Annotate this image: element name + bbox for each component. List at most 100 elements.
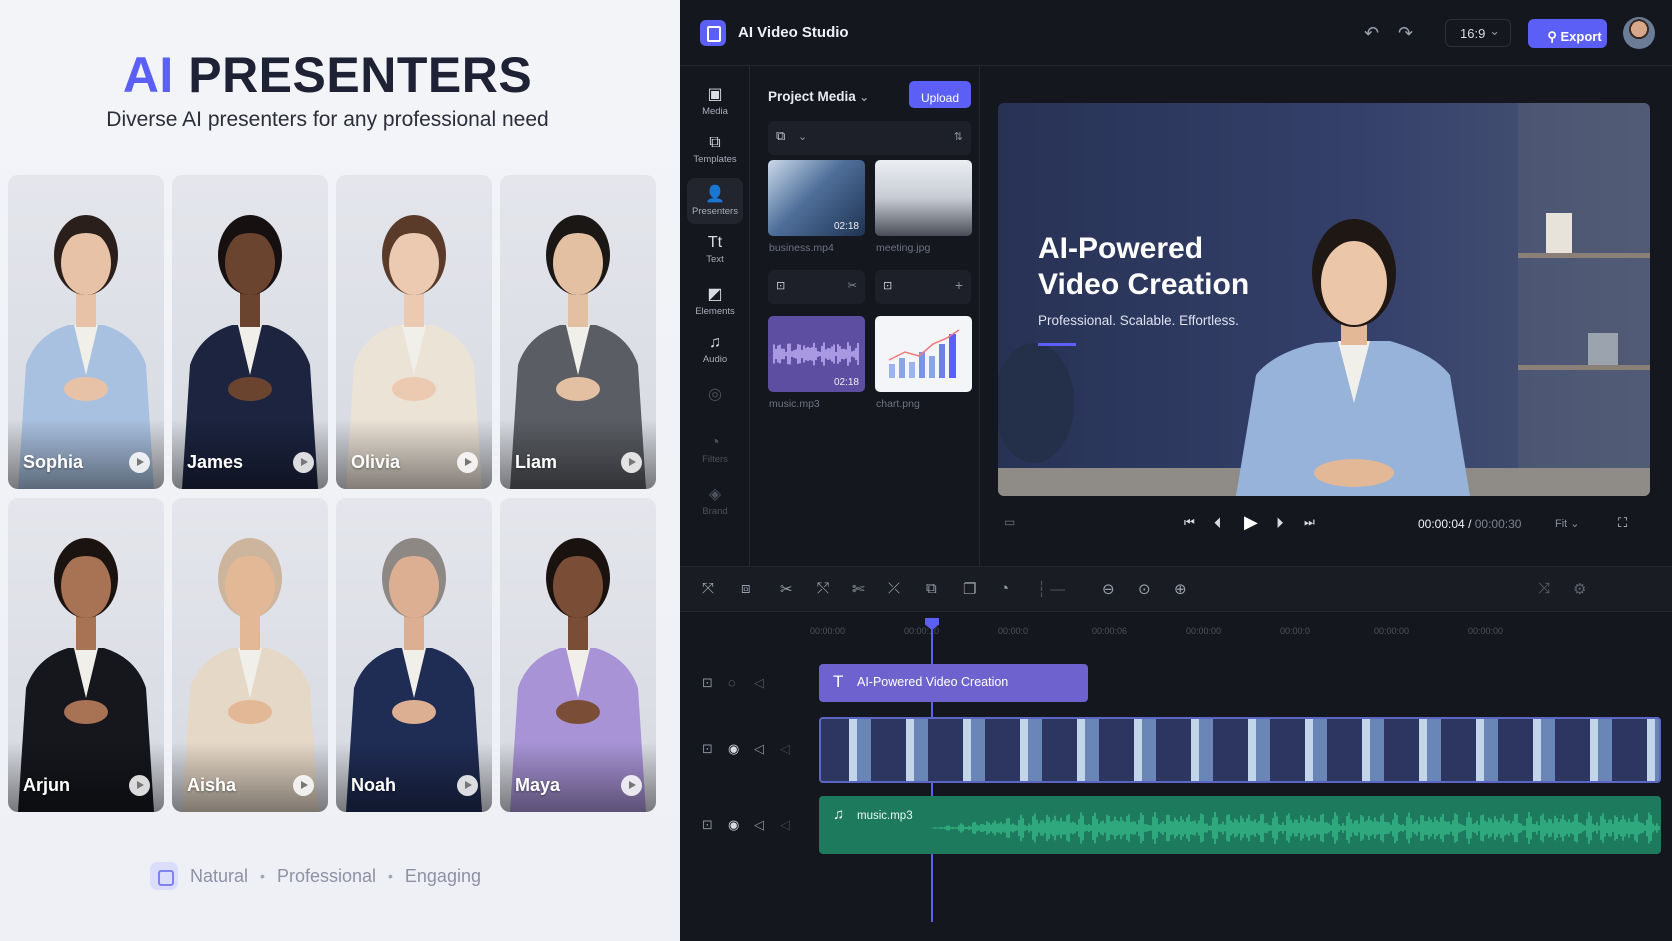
play-preview-icon[interactable]	[129, 452, 150, 473]
separator-icon: ┆ —	[1037, 581, 1066, 598]
play-preview-icon[interactable]	[293, 775, 314, 796]
ruler-tick: 00:00:06	[1092, 626, 1128, 636]
duplicate-tool-icon[interactable]: ⧉	[926, 580, 937, 597]
media-thumb-meeting[interactable]	[875, 160, 972, 236]
scissor-icon: ✂	[847, 280, 857, 292]
rail-item-elements[interactable]: ◩ Elements	[687, 278, 743, 324]
crop-tool-icon[interactable]: ⧈	[741, 580, 751, 597]
media-thumb-business[interactable]: 02:18	[768, 160, 865, 236]
play-preview-icon[interactable]	[621, 452, 642, 473]
media-thumb-music[interactable]: 02:18	[768, 316, 865, 392]
cut-tool-icon[interactable]: ✄	[852, 580, 865, 598]
timeline-toolbar: ⤧ ⧈ ✂ ⤲ ✄ ⤫ ⧉ ❐ ◔ ┆ — ⊖ ⊙ ⊕ ⤨ ⚙	[680, 566, 1672, 612]
export-button[interactable]: ⚲ Export	[1528, 19, 1607, 48]
export-button-label: Export	[1560, 29, 1602, 44]
media-caption: meeting.jpg	[876, 242, 931, 254]
presenter-card[interactable]: Sophia	[8, 175, 164, 489]
eye-icon[interactable]: ◉	[728, 741, 739, 757]
undo-icon[interactable]: ↶	[1364, 23, 1379, 44]
zoom-in-icon[interactable]: ⊕	[1174, 580, 1187, 598]
timecode: 00:00:04 / 00:00:30	[1418, 517, 1521, 531]
volume-icon[interactable]: ◁	[780, 741, 790, 757]
lock-icon: ⊡	[776, 280, 786, 292]
presenter-card[interactable]: Liam	[500, 175, 656, 489]
presenter-name: Olivia	[351, 452, 401, 472]
play-preview-icon[interactable]	[457, 775, 478, 796]
split-tool-icon[interactable]: ✂	[780, 580, 793, 598]
lock-icon[interactable]: ⊡	[702, 817, 713, 833]
audio-clip[interactable]: ♫ music.mp3	[819, 796, 1661, 854]
rail-item-media[interactable]: ▣ Media	[687, 78, 743, 124]
zoom-fit-select[interactable]: Fit ⌄	[1555, 517, 1580, 530]
ripple-tool-icon[interactable]: ⤫	[888, 580, 900, 597]
media-caption: music.mp3	[769, 398, 820, 410]
text-clip[interactable]: AI-Powered Video Creation	[819, 664, 1088, 702]
caption-icon[interactable]: ▭	[1004, 515, 1015, 529]
media-filter-row-2[interactable]: ⊡ ✂	[768, 270, 865, 304]
app-title: AI Video Studio	[738, 24, 849, 41]
volume-icon[interactable]: ◁	[780, 817, 790, 833]
play-icon[interactable]: ▶	[1244, 512, 1258, 533]
rail-item-audio[interactable]: ♫ Audio	[687, 328, 743, 374]
presenter-card[interactable]: Noah	[336, 498, 492, 812]
magnet-icon[interactable]: ⤨	[1538, 580, 1550, 597]
media-filter-row[interactable]: ⧉ ⌄ ⇅	[768, 121, 971, 155]
video-clip[interactable]	[819, 717, 1661, 783]
ruler-tick: 00:00:00	[1374, 626, 1410, 636]
tag-natural: Natural	[190, 865, 249, 886]
next-frame-icon[interactable]: ⏵	[1276, 515, 1284, 532]
lock-icon[interactable]: ⊡	[702, 675, 713, 691]
presenter-name: Sophia	[23, 452, 84, 472]
upload-button[interactable]: Upload	[909, 81, 971, 108]
tag-professional: Professional	[276, 865, 376, 886]
video-preview[interactable]: AI-Powered Video Creation Professional. …	[998, 103, 1650, 496]
media-thumb-chart[interactable]	[875, 316, 972, 392]
transitions-icon: ◎	[708, 386, 722, 403]
image-icon: ⊡	[883, 280, 893, 292]
skip-end-icon[interactable]: ⏭	[1304, 515, 1315, 530]
speed-tool-icon[interactable]: ◔	[1000, 580, 1009, 597]
aspect-ratio-select[interactable]: 16:9	[1445, 19, 1511, 47]
eye-icon[interactable]: ◉	[728, 817, 739, 833]
mute-icon[interactable]: ◁	[754, 675, 764, 691]
presenter-name: Noah	[351, 775, 396, 795]
previous-frame-icon[interactable]: ⏴	[1214, 515, 1222, 532]
zoom-fit-icon[interactable]: ⊙	[1138, 580, 1151, 598]
redo-icon[interactable]: ↷	[1398, 23, 1413, 44]
rail-item-text[interactable]: Tt Text	[687, 228, 743, 274]
timeline-ruler[interactable]: 00:00:00 00:00:10 00:00:0 00:00:06 00:00:00 0…	[680, 612, 1672, 648]
rail-item-templates[interactable]: ⧉ Templates	[687, 128, 743, 174]
ruler-tick: 00:00:00	[810, 626, 846, 636]
lock-icon[interactable]: ⊡	[702, 741, 713, 757]
volume-icon[interactable]: ◁	[754, 817, 764, 833]
trim-tool-icon[interactable]: ⤲	[817, 580, 829, 597]
presenter-card[interactable]: Maya	[500, 498, 656, 812]
rail-item-brand[interactable]: ◈ Brand	[687, 478, 743, 524]
presenter-card[interactable]: Arjun	[8, 498, 164, 812]
play-preview-icon[interactable]	[621, 775, 642, 796]
rail-item-filters[interactable]: ◔ Filters	[687, 428, 743, 474]
presenter-card[interactable]: James	[172, 175, 328, 489]
volume-icon[interactable]: ◁	[754, 741, 764, 757]
total-time: 00:00:30	[1474, 517, 1522, 531]
play-preview-icon[interactable]	[129, 775, 150, 796]
fullscreen-icon[interactable]: ⛶	[1618, 515, 1627, 531]
copy-tool-icon[interactable]: ❐	[963, 580, 976, 598]
presenter-card[interactable]: Aisha	[172, 498, 328, 812]
current-time: 00:00:04	[1418, 517, 1465, 531]
select-tool-icon[interactable]: ⤧	[702, 580, 714, 597]
zoom-out-icon[interactable]: ⊖	[1102, 580, 1115, 598]
play-preview-icon[interactable]	[293, 452, 314, 473]
text-icon: Tt	[707, 234, 723, 251]
visibility-icon[interactable]: ◌	[728, 675, 736, 690]
play-preview-icon[interactable]	[457, 452, 478, 473]
settings-icon[interactable]: ⚙	[1573, 580, 1586, 598]
media-panel-title[interactable]: Project Media	[768, 89, 869, 104]
rail-item-transitions[interactable]: ◎	[687, 378, 743, 424]
presenter-card[interactable]: Olivia	[336, 175, 492, 489]
skip-start-icon[interactable]: ⏮	[1184, 515, 1195, 530]
media-filter-row-3[interactable]: ⊡ +	[875, 270, 971, 304]
rail-item-presenters[interactable]: 👤 Presenters	[687, 178, 743, 224]
avatar[interactable]	[1623, 17, 1655, 49]
ruler-tick: 00:00:00	[1186, 626, 1222, 636]
